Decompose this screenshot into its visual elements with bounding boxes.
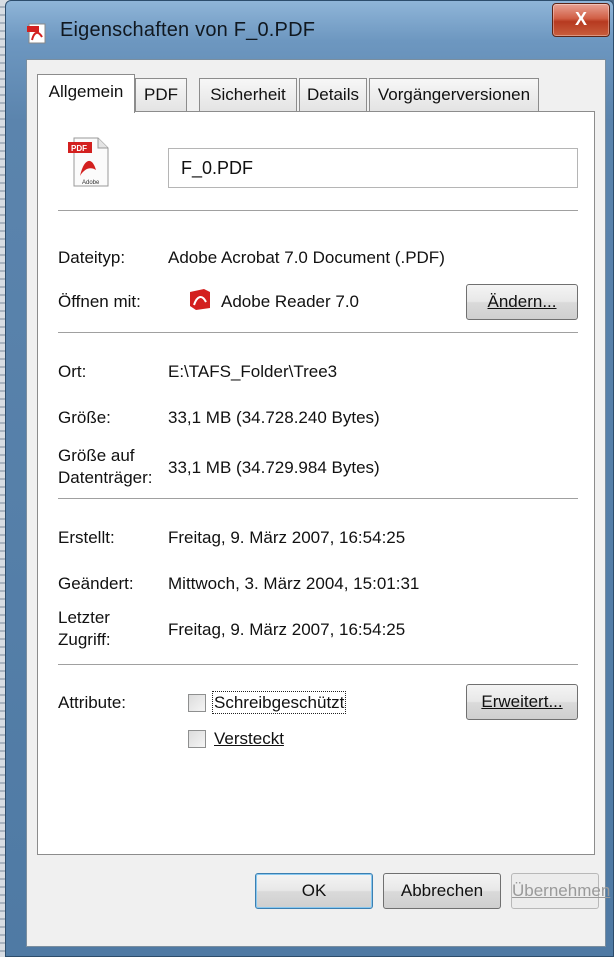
tab-details[interactable]: Details xyxy=(299,78,367,112)
disk-size-label-line2: Datenträger: xyxy=(58,468,153,487)
disk-size-value: 33,1 MB (34.729.984 Bytes) xyxy=(168,458,380,477)
accessed-label-line1: Letzter xyxy=(58,608,110,627)
separator xyxy=(58,498,578,499)
advanced-button-label: Erweitert... xyxy=(481,692,563,711)
change-button[interactable]: Ändern... xyxy=(466,284,578,320)
adobe-reader-icon xyxy=(190,289,210,310)
attributes-label: Attribute: xyxy=(58,693,127,712)
dialog-client-area: Allgemein PDF Sicherheit Details Vorgäng… xyxy=(26,59,610,947)
apply-button-label: Übernehmen xyxy=(512,881,611,900)
hidden-checkbox[interactable] xyxy=(188,730,206,748)
location-value: E:\TAFS_Folder\Tree3 xyxy=(168,362,338,381)
disk-size-label-line1: Größe auf xyxy=(58,446,135,465)
separator xyxy=(58,664,578,665)
separator xyxy=(58,332,578,333)
tab-panel-allgemein: PDF Adobe F_0.PDF Dateityp: Adobe Acroba… xyxy=(37,111,595,855)
readonly-label-text: Schreibgeschützt xyxy=(211,691,347,714)
file-type-value: Adobe Acrobat 7.0 Document (.PDF) xyxy=(168,248,445,267)
properties-dialog: Eigenschaften von F_0.PDF X Allgemein PD… xyxy=(5,0,614,957)
size-label: Größe: xyxy=(58,408,111,427)
advanced-button[interactable]: Erweitert... xyxy=(466,684,578,720)
location-label: Ort: xyxy=(58,362,87,381)
created-value: Freitag, 9. März 2007, 16:54:25 xyxy=(168,528,406,547)
tab-pdf[interactable]: PDF xyxy=(135,78,187,112)
readonly-label[interactable]: Schreibgeschützt xyxy=(211,691,347,714)
file-name-field[interactable]: F_0.PDF xyxy=(168,148,578,188)
tab-vorgaengerversionen[interactable]: Vorgängerversionen xyxy=(369,78,539,112)
modified-label: Geändert: xyxy=(58,574,134,593)
readonly-checkbox[interactable] xyxy=(188,694,206,712)
change-button-label: Ändern... xyxy=(487,292,557,311)
window-title: Eigenschaften von F_0.PDF xyxy=(60,19,316,41)
pdf-file-icon: PDF Adobe xyxy=(68,137,109,187)
hidden-label[interactable]: Versteckt xyxy=(214,729,284,749)
pdf-title-icon xyxy=(27,23,46,44)
open-with-value: Adobe Reader 7.0 xyxy=(221,292,359,311)
created-label: Erstellt: xyxy=(58,528,115,547)
tab-bar: Allgemein PDF Sicherheit Details Vorgäng… xyxy=(37,74,597,113)
hidden-label-text: Versteckt xyxy=(214,729,284,748)
svg-text:PDF: PDF xyxy=(71,144,87,153)
close-button[interactable]: X xyxy=(552,3,610,37)
accessed-value: Freitag, 9. März 2007, 16:54:25 xyxy=(168,620,406,639)
tab-allgemein[interactable]: Allgemein xyxy=(37,74,135,113)
size-value: 33,1 MB (34.728.240 Bytes) xyxy=(168,408,380,427)
accessed-label-line2: Zugriff: xyxy=(58,630,111,649)
svg-text:Adobe: Adobe xyxy=(82,180,100,186)
ok-button[interactable]: OK xyxy=(255,873,373,909)
tab-sicherheit[interactable]: Sicherheit xyxy=(199,78,297,112)
title-bar[interactable]: Eigenschaften von F_0.PDF X xyxy=(6,1,613,59)
file-type-label: Dateityp: xyxy=(58,248,126,267)
apply-button[interactable]: Übernehmen xyxy=(511,873,610,909)
separator xyxy=(58,210,578,211)
modified-value: Mittwoch, 3. März 2004, 15:01:31 xyxy=(168,574,420,593)
open-with-label: Öffnen mit: xyxy=(58,292,141,311)
cancel-button[interactable]: Abbrechen xyxy=(383,873,501,909)
